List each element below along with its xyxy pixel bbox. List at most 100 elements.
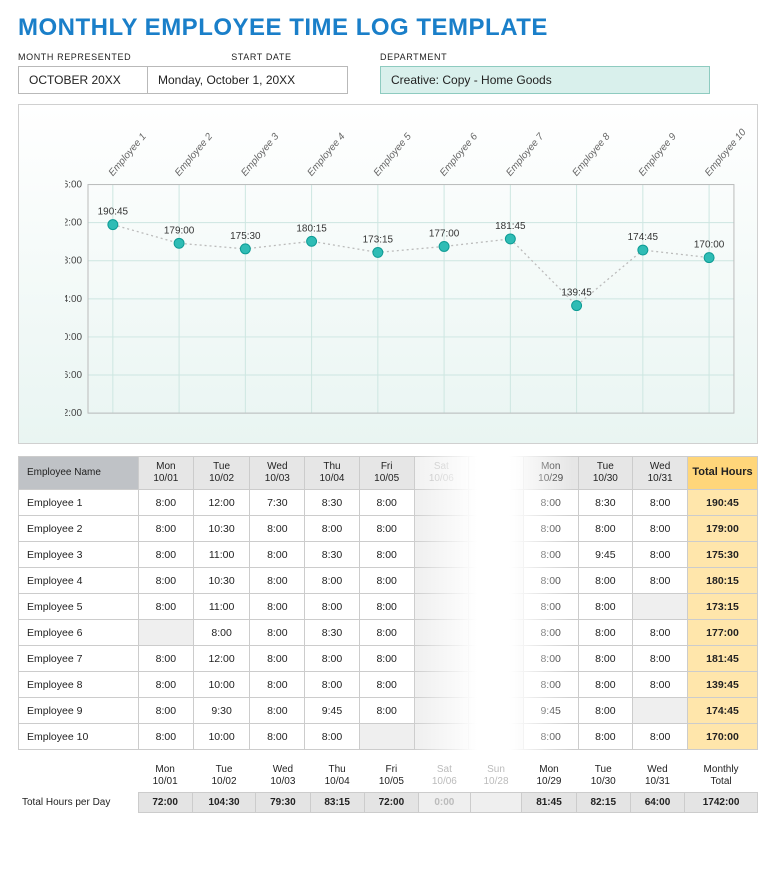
hours-cell[interactable]: 8:00 [633,672,688,698]
hours-cell[interactable]: 8:00 [139,594,194,620]
hours-cell[interactable]: 11:00 [193,542,250,568]
hours-cell[interactable]: 8:00 [305,594,360,620]
hours-cell[interactable]: 8:00 [250,594,305,620]
hours-cell[interactable]: 8:00 [250,516,305,542]
hours-cell[interactable] [414,516,469,542]
hours-cell[interactable]: 9:30 [193,698,250,724]
hours-cell[interactable]: 9:45 [305,698,360,724]
hours-cell[interactable]: 8:00 [633,542,688,568]
hours-cell[interactable]: 8:00 [523,646,578,672]
hours-cell[interactable] [469,620,524,646]
hours-cell[interactable]: 8:00 [633,724,688,750]
hours-cell[interactable]: 10:30 [193,516,250,542]
hours-cell[interactable] [414,490,469,516]
hours-cell[interactable]: 8:00 [305,724,360,750]
hours-cell[interactable] [469,568,524,594]
hours-cell[interactable]: 8:00 [139,490,194,516]
hours-cell[interactable]: 8:00 [305,568,360,594]
hours-cell[interactable] [469,646,524,672]
month-field[interactable]: OCTOBER 20XX [18,66,148,94]
dept-field[interactable]: Creative: Copy - Home Goods [380,66,710,94]
hours-cell[interactable]: 8:00 [250,568,305,594]
hours-cell[interactable]: 8:00 [359,672,414,698]
hours-cell[interactable] [414,594,469,620]
hours-cell[interactable]: 11:00 [193,594,250,620]
hours-cell[interactable]: 8:30 [305,620,360,646]
hours-cell[interactable] [469,490,524,516]
hours-cell[interactable]: 8:00 [359,594,414,620]
hours-cell[interactable]: 8:00 [359,490,414,516]
hours-cell[interactable]: 8:00 [578,568,633,594]
hours-cell[interactable] [414,724,469,750]
hours-cell[interactable]: 8:00 [250,646,305,672]
hours-cell[interactable]: 8:00 [578,724,633,750]
hours-cell[interactable] [469,672,524,698]
hours-cell[interactable]: 12:00 [193,646,250,672]
hours-cell[interactable] [469,594,524,620]
hours-cell[interactable] [414,698,469,724]
hours-cell[interactable]: 8:00 [359,542,414,568]
hours-cell[interactable]: 8:00 [139,568,194,594]
hours-cell[interactable] [414,620,469,646]
hours-cell[interactable] [359,724,414,750]
hours-cell[interactable] [633,698,688,724]
hours-cell[interactable]: 8:00 [139,698,194,724]
hours-cell[interactable] [414,542,469,568]
hours-cell[interactable]: 8:00 [359,698,414,724]
hours-cell[interactable] [139,620,194,646]
hours-cell[interactable] [414,568,469,594]
hours-cell[interactable]: 9:45 [578,542,633,568]
hours-cell[interactable] [633,594,688,620]
hours-cell[interactable]: 8:00 [359,516,414,542]
hours-cell[interactable]: 8:00 [250,672,305,698]
hours-cell[interactable]: 8:00 [139,724,194,750]
hours-cell[interactable]: 9:45 [523,698,578,724]
hours-cell[interactable]: 8:00 [523,516,578,542]
hours-cell[interactable] [469,516,524,542]
hours-cell[interactable]: 8:00 [523,568,578,594]
hours-cell[interactable]: 10:00 [193,724,250,750]
hours-cell[interactable]: 8:00 [250,542,305,568]
hours-cell[interactable]: 8:00 [139,542,194,568]
start-date-field[interactable]: Monday, October 1, 20XX [148,66,348,94]
hours-cell[interactable]: 8:00 [139,516,194,542]
hours-cell[interactable]: 8:00 [578,594,633,620]
hours-cell[interactable]: 12:00 [193,490,250,516]
hours-cell[interactable] [469,542,524,568]
hours-cell[interactable]: 8:00 [633,620,688,646]
hours-cell[interactable]: 10:30 [193,568,250,594]
hours-cell[interactable]: 8:00 [523,620,578,646]
hours-cell[interactable]: 8:00 [250,724,305,750]
hours-cell[interactable]: 8:00 [305,646,360,672]
hours-cell[interactable]: 8:00 [523,724,578,750]
hours-cell[interactable]: 8:00 [250,698,305,724]
hours-cell[interactable]: 8:00 [523,672,578,698]
hours-cell[interactable] [414,672,469,698]
hours-cell[interactable]: 8:00 [359,646,414,672]
hours-cell[interactable]: 8:00 [305,672,360,698]
hours-cell[interactable]: 8:00 [359,620,414,646]
hours-cell[interactable]: 8:00 [523,542,578,568]
hours-cell[interactable]: 8:00 [578,672,633,698]
hours-cell[interactable]: 8:30 [578,490,633,516]
hours-cell[interactable]: 8:00 [578,516,633,542]
hours-cell[interactable] [469,724,524,750]
hours-cell[interactable]: 8:00 [139,672,194,698]
hours-cell[interactable]: 8:00 [633,516,688,542]
hours-cell[interactable]: 8:00 [305,516,360,542]
hours-cell[interactable]: 8:00 [359,568,414,594]
hours-cell[interactable] [414,646,469,672]
hours-cell[interactable]: 8:00 [633,568,688,594]
hours-cell[interactable]: 8:00 [633,646,688,672]
hours-cell[interactable]: 8:00 [139,646,194,672]
hours-cell[interactable]: 8:30 [305,490,360,516]
hours-cell[interactable] [469,698,524,724]
hours-cell[interactable]: 8:00 [578,620,633,646]
hours-cell[interactable]: 7:30 [250,490,305,516]
hours-cell[interactable]: 10:00 [193,672,250,698]
hours-cell[interactable]: 8:00 [250,620,305,646]
hours-cell[interactable]: 8:00 [193,620,250,646]
hours-cell[interactable]: 8:00 [523,490,578,516]
hours-cell[interactable]: 8:30 [305,542,360,568]
hours-cell[interactable]: 8:00 [578,646,633,672]
